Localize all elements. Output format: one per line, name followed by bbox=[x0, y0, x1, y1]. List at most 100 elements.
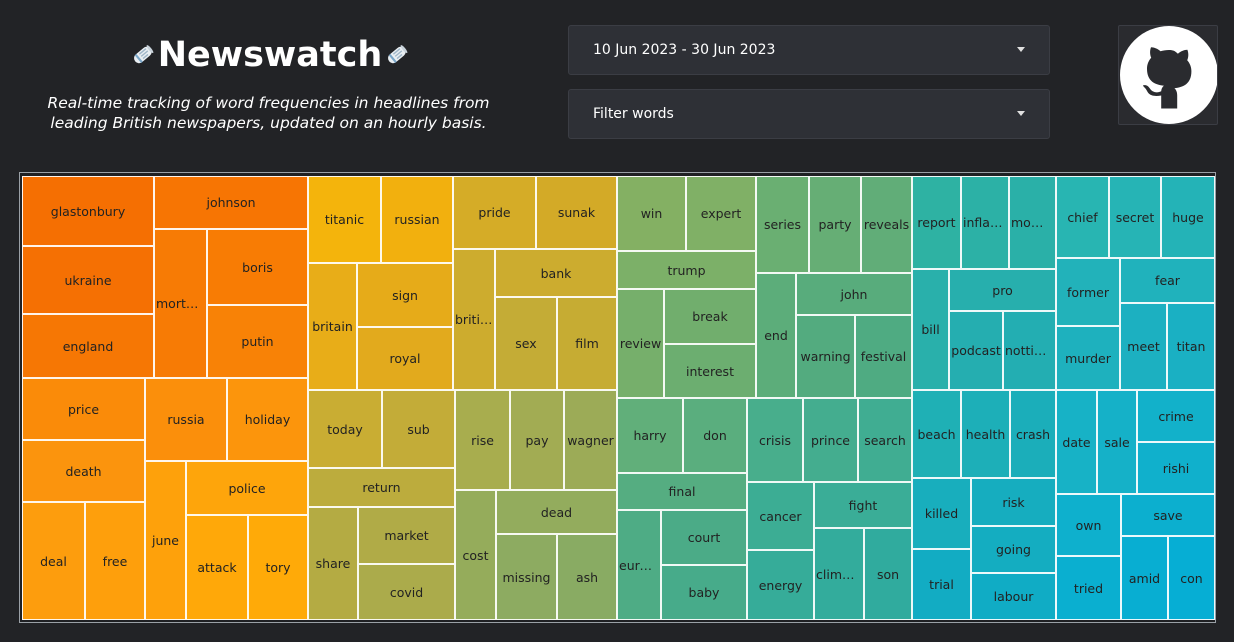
treemap-tile[interactable]: end bbox=[756, 273, 796, 398]
treemap-tile[interactable]: health bbox=[961, 390, 1010, 478]
treemap-tile[interactable]: notting… bbox=[1003, 311, 1056, 390]
treemap-tile[interactable]: covid bbox=[358, 564, 455, 620]
treemap-tile[interactable]: ukraine bbox=[22, 246, 154, 314]
treemap-tile[interactable]: dead bbox=[496, 490, 617, 534]
date-range-dropdown[interactable]: 10 Jun 2023 - 30 Jun 2023 bbox=[568, 25, 1050, 75]
treemap-tile[interactable]: rishi bbox=[1137, 442, 1215, 494]
treemap-tile[interactable]: june bbox=[145, 461, 186, 620]
treemap-tile[interactable]: review bbox=[617, 289, 664, 398]
treemap-tile[interactable]: series bbox=[756, 176, 809, 273]
treemap-tile[interactable]: trial bbox=[912, 549, 971, 620]
treemap-tile[interactable]: death bbox=[22, 440, 145, 502]
treemap-tile[interactable]: tried bbox=[1056, 556, 1121, 620]
treemap-tile[interactable]: john bbox=[796, 273, 912, 315]
treemap-tile[interactable]: trump bbox=[617, 251, 756, 289]
treemap-tile[interactable]: free bbox=[85, 502, 145, 620]
treemap-tile[interactable]: boris bbox=[207, 229, 308, 305]
treemap-tile[interactable]: report bbox=[912, 176, 961, 269]
treemap-tile[interactable]: baby bbox=[661, 565, 747, 620]
treemap-tile[interactable]: wagner bbox=[564, 390, 617, 490]
treemap-tile[interactable]: russia bbox=[145, 378, 227, 461]
treemap-tile[interactable]: win bbox=[617, 176, 686, 251]
treemap-tile[interactable]: court bbox=[661, 510, 747, 565]
treemap-tile[interactable]: interest bbox=[664, 344, 756, 398]
treemap-tile[interactable]: bank bbox=[495, 249, 617, 297]
treemap-tile[interactable]: today bbox=[308, 390, 382, 468]
treemap-tile[interactable]: break bbox=[664, 289, 756, 344]
treemap-tile[interactable]: pride bbox=[453, 176, 536, 249]
treemap-tile[interactable]: final bbox=[617, 473, 747, 510]
treemap-tile[interactable]: sunak bbox=[536, 176, 617, 249]
treemap-tile[interactable]: attack bbox=[186, 515, 248, 620]
treemap-tile[interactable]: beach bbox=[912, 390, 961, 478]
treemap-tile[interactable]: harry bbox=[617, 398, 683, 473]
treemap-tile[interactable]: fight bbox=[814, 482, 912, 528]
treemap-tile[interactable]: holiday bbox=[227, 378, 308, 461]
treemap-tile[interactable]: risk bbox=[971, 478, 1056, 526]
treemap-tile[interactable]: britain bbox=[308, 263, 357, 390]
treemap-tile[interactable]: sign bbox=[357, 263, 453, 327]
treemap-tile[interactable]: deal bbox=[22, 502, 85, 620]
treemap-tile[interactable]: police bbox=[186, 461, 308, 515]
treemap-tile[interactable]: russian bbox=[381, 176, 453, 263]
treemap-tile[interactable]: ash bbox=[557, 534, 617, 620]
treemap-tile[interactable]: chief bbox=[1056, 176, 1109, 258]
treemap-tile[interactable]: fear bbox=[1120, 258, 1215, 303]
treemap-tile[interactable]: expert bbox=[686, 176, 756, 251]
treemap-tile[interactable]: killed bbox=[912, 478, 971, 549]
treemap-tile[interactable]: johnson bbox=[154, 176, 308, 229]
treemap-tile[interactable]: titan bbox=[1167, 303, 1215, 390]
treemap-tile[interactable]: crisis bbox=[747, 398, 803, 482]
treemap-tile[interactable]: british bbox=[453, 249, 495, 390]
treemap-tile[interactable]: meet bbox=[1120, 303, 1167, 390]
treemap-tile[interactable]: date bbox=[1056, 390, 1097, 494]
treemap-tile[interactable]: search bbox=[858, 398, 912, 482]
treemap-tile[interactable]: don bbox=[683, 398, 747, 473]
filter-words-dropdown[interactable]: Filter words bbox=[568, 89, 1050, 139]
treemap-tile[interactable]: podcast bbox=[949, 311, 1003, 390]
treemap-tile[interactable]: crash bbox=[1010, 390, 1056, 478]
treemap-tile[interactable]: royal bbox=[357, 327, 453, 390]
treemap-tile[interactable]: titanic bbox=[308, 176, 381, 263]
treemap-tile[interactable]: moment bbox=[1009, 176, 1056, 269]
treemap-tile[interactable]: bill bbox=[912, 269, 949, 390]
treemap-tile[interactable]: sex bbox=[495, 297, 557, 390]
treemap-tile[interactable]: pro bbox=[949, 269, 1056, 311]
treemap-tile[interactable]: energy bbox=[747, 550, 814, 620]
treemap-tile[interactable]: market bbox=[358, 507, 455, 564]
treemap-tile[interactable]: cancer bbox=[747, 482, 814, 550]
treemap-tile[interactable]: film bbox=[557, 297, 617, 390]
treemap-tile[interactable]: tory bbox=[248, 515, 308, 620]
treemap-tile[interactable]: secret bbox=[1109, 176, 1161, 258]
treemap-tile[interactable]: putin bbox=[207, 305, 308, 378]
treemap-tile[interactable]: sale bbox=[1097, 390, 1137, 494]
treemap-tile[interactable]: pay bbox=[510, 390, 564, 490]
treemap-tile[interactable]: sub bbox=[382, 390, 455, 468]
treemap-tile[interactable]: missing bbox=[496, 534, 557, 620]
treemap-tile[interactable]: climate bbox=[814, 528, 864, 620]
treemap-tile[interactable]: former bbox=[1056, 258, 1120, 326]
treemap-tile[interactable]: reveals bbox=[861, 176, 912, 273]
treemap-tile[interactable]: glastonbury bbox=[22, 176, 154, 246]
treemap-tile[interactable]: share bbox=[308, 507, 358, 620]
treemap-tile[interactable]: huge bbox=[1161, 176, 1215, 258]
treemap-tile[interactable]: party bbox=[809, 176, 861, 273]
treemap-tile[interactable]: festival bbox=[855, 315, 912, 398]
treemap-tile[interactable]: own bbox=[1056, 494, 1121, 556]
treemap-tile[interactable]: con bbox=[1168, 536, 1215, 620]
treemap-tile[interactable]: crime bbox=[1137, 390, 1215, 442]
treemap-tile[interactable]: warning bbox=[796, 315, 855, 398]
treemap-tile[interactable]: return bbox=[308, 468, 455, 507]
treemap-tile[interactable]: cost bbox=[455, 490, 496, 620]
treemap-tile[interactable]: england bbox=[22, 314, 154, 378]
treemap-tile[interactable]: son bbox=[864, 528, 912, 620]
treemap-tile[interactable]: mortgage bbox=[154, 229, 207, 378]
treemap-tile[interactable]: inflation bbox=[961, 176, 1009, 269]
github-link[interactable] bbox=[1118, 25, 1218, 125]
treemap-tile[interactable]: prince bbox=[803, 398, 858, 482]
treemap-tile[interactable]: labour bbox=[971, 573, 1056, 620]
treemap-tile[interactable]: murder bbox=[1056, 326, 1120, 390]
treemap-tile[interactable]: going bbox=[971, 526, 1056, 573]
treemap-tile[interactable]: save bbox=[1121, 494, 1215, 536]
treemap-tile[interactable]: price bbox=[22, 378, 145, 440]
